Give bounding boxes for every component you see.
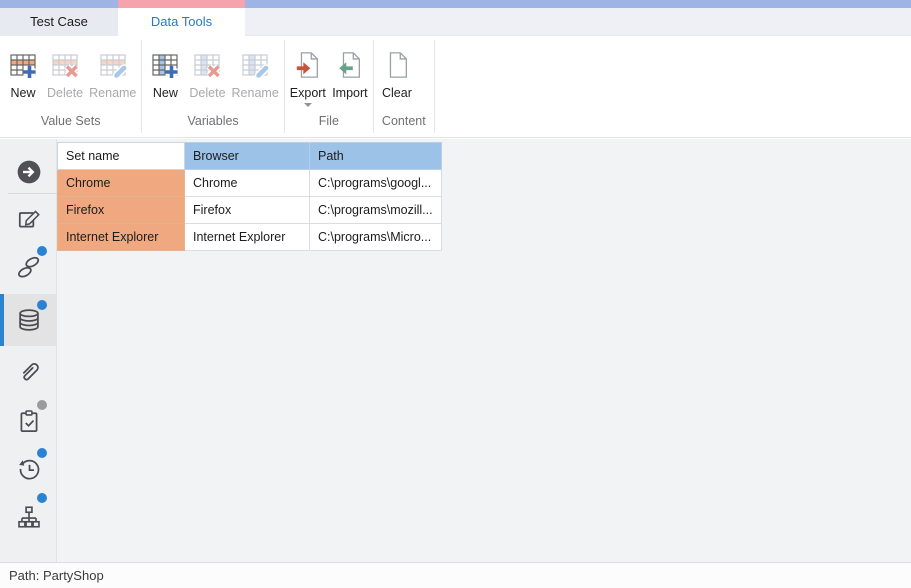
cell-path[interactable]: C:\programs\googl... <box>310 170 442 197</box>
tab-test-case[interactable]: Test Case <box>0 8 118 36</box>
import-label: Import <box>332 86 367 100</box>
notification-dot <box>37 246 47 256</box>
export-file-icon <box>294 45 322 85</box>
history-icon <box>16 456 42 482</box>
table-column-rename-icon <box>240 45 270 85</box>
table-column-delete-icon <box>192 45 222 85</box>
database-icon <box>16 307 42 333</box>
group-value-sets: New Delete <box>0 40 142 133</box>
clipboard-check-icon <box>16 408 42 434</box>
hierarchy-icon <box>16 504 42 530</box>
group-label-content: Content <box>376 111 432 133</box>
table-header-row: Set name Browser Path <box>58 143 442 170</box>
sidebar-item-steps[interactable] <box>0 243 57 291</box>
sidebar-item-go[interactable] <box>0 148 57 196</box>
notification-dot <box>37 493 47 503</box>
footsteps-icon <box>16 254 42 280</box>
table-row: Chrome Chrome C:\programs\googl... <box>58 170 442 197</box>
table-row: Internet Explorer Internet Explorer C:\p… <box>58 224 442 251</box>
tab-bar: Test Case Data Tools <box>0 8 911 36</box>
table-row-new-icon <box>8 45 38 85</box>
sidebar-item-history[interactable] <box>0 445 57 493</box>
sidebar-item-edit[interactable] <box>0 195 57 243</box>
variables-delete-button[interactable]: Delete <box>186 42 228 100</box>
group-variables: New Delete <box>142 40 284 133</box>
notification-dot <box>37 300 47 310</box>
value-sets-rename-label: Rename <box>89 86 136 100</box>
top-accent-strip <box>0 0 911 8</box>
cell-browser[interactable]: Firefox <box>185 197 310 224</box>
sidebar-item-validation[interactable] <box>0 397 57 445</box>
status-bar: Path: PartyShop <box>0 562 911 588</box>
variables-rename-label: Rename <box>232 86 279 100</box>
group-content: Clear Content <box>374 40 435 133</box>
import-button[interactable]: Import <box>329 42 371 100</box>
sidebar-item-data[interactable] <box>0 294 57 346</box>
clear-label: Clear <box>382 86 412 100</box>
sidebar-item-attachments[interactable] <box>0 348 57 396</box>
group-label-file: File <box>287 111 371 133</box>
cell-browser[interactable]: Chrome <box>185 170 310 197</box>
ribbon: New Delete <box>0 36 911 138</box>
tab-data-tools[interactable]: Data Tools <box>118 8 245 37</box>
export-button[interactable]: Export <box>287 42 329 107</box>
table-row-rename-icon <box>98 45 128 85</box>
sidebar-divider <box>8 193 57 194</box>
go-circle-icon <box>16 159 42 185</box>
group-file: Export Import File <box>285 40 374 133</box>
group-label-variables: Variables <box>144 111 281 133</box>
variables-new-label: New <box>153 86 178 100</box>
content-area: Set name Browser Path Chrome Chrome C:\p… <box>0 139 911 562</box>
variables-delete-label: Delete <box>189 86 225 100</box>
value-sets-new-button[interactable]: New <box>2 42 44 100</box>
cell-set-name[interactable]: Firefox <box>58 197 185 224</box>
clear-button[interactable]: Clear <box>376 42 418 100</box>
paperclip-icon <box>16 359 42 385</box>
value-sets-delete-label: Delete <box>47 86 83 100</box>
value-sets-delete-button[interactable]: Delete <box>44 42 86 100</box>
table-column-new-icon <box>150 45 180 85</box>
cell-set-name[interactable]: Internet Explorer <box>58 224 185 251</box>
cell-path[interactable]: C:\programs\mozill... <box>310 197 442 224</box>
export-dropdown-icon[interactable] <box>304 103 312 107</box>
group-label-value-sets: Value Sets <box>2 111 139 133</box>
column-header-path[interactable]: Path <box>310 143 442 170</box>
value-sets-rename-button[interactable]: Rename <box>86 42 139 100</box>
notification-dot <box>37 448 47 458</box>
variables-rename-button[interactable]: Rename <box>229 42 282 100</box>
edit-icon <box>16 206 42 232</box>
column-header-browser[interactable]: Browser <box>185 143 310 170</box>
sidebar-item-structure[interactable] <box>0 493 57 541</box>
status-path-text: Path: PartyShop <box>9 568 104 583</box>
table-row: Firefox Firefox C:\programs\mozill... <box>58 197 442 224</box>
column-header-set-name[interactable]: Set name <box>58 143 185 170</box>
cell-path[interactable]: C:\programs\Micro... <box>310 224 442 251</box>
sidebar <box>0 139 57 562</box>
value-sets-table: Set name Browser Path Chrome Chrome C:\p… <box>57 142 442 251</box>
cell-browser[interactable]: Internet Explorer <box>185 224 310 251</box>
value-sets-new-label: New <box>10 86 35 100</box>
variables-new-button[interactable]: New <box>144 42 186 100</box>
active-tab-accent <box>118 0 245 8</box>
clear-file-icon <box>383 45 411 85</box>
export-label: Export <box>290 86 326 100</box>
table-row-delete-icon <box>50 45 80 85</box>
cell-set-name[interactable]: Chrome <box>58 170 185 197</box>
import-file-icon <box>336 45 364 85</box>
notification-dot <box>37 400 47 410</box>
